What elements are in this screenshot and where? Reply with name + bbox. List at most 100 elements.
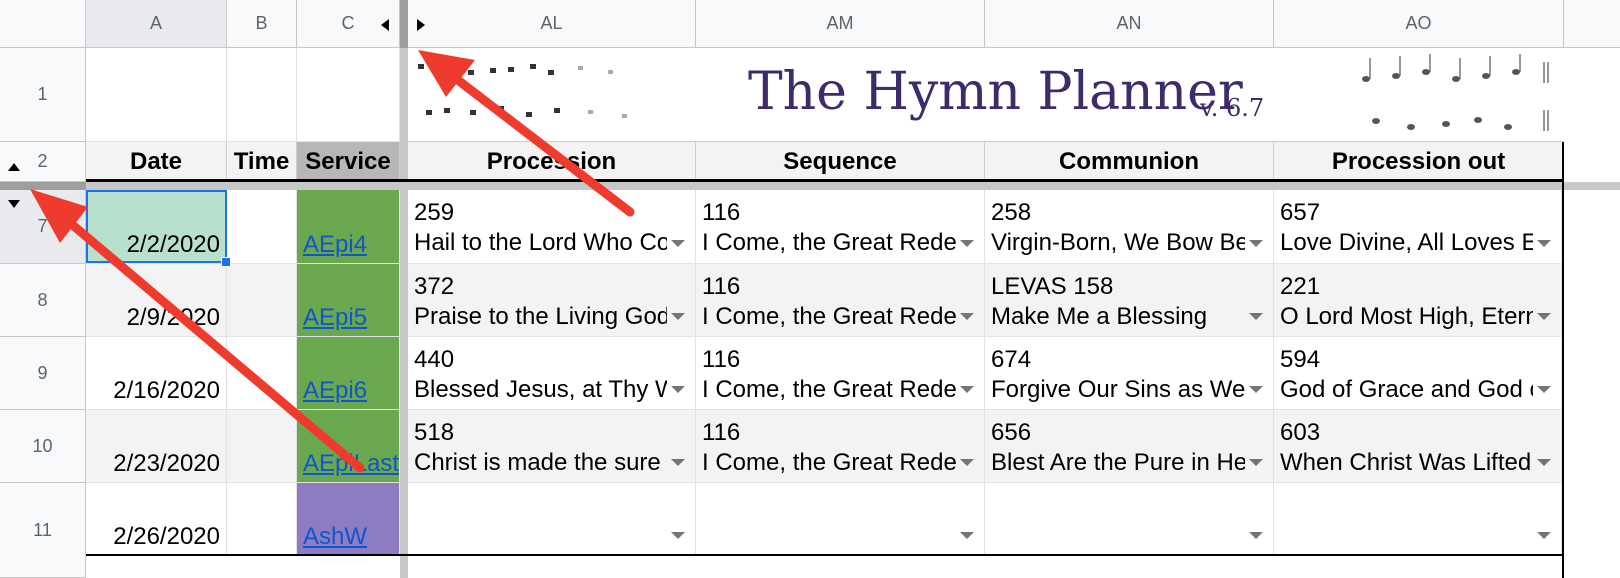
header-date[interactable]: Date — [86, 142, 227, 182]
cell-ao9-procession-out[interactable]: 594 God of Grace and God of Glory — [1274, 337, 1562, 410]
hymn-planner-banner[interactable]: The Hymn Planner v. 6.7 — [408, 48, 1564, 142]
hymn-number: 116 — [702, 199, 741, 226]
cell-c8-service[interactable]: AEpi5 — [297, 264, 400, 337]
cell-an8-communion[interactable]: LEVAS 158 Make Me a Blessing — [985, 264, 1274, 337]
dropdown-arrow-icon[interactable] — [671, 386, 685, 393]
header-sequence[interactable]: Sequence — [696, 142, 985, 182]
header-service[interactable]: Service — [297, 142, 400, 182]
cell-ao7-procession-out[interactable]: 657 Love Divine, All Loves Excelling — [1274, 190, 1562, 264]
column-header-a[interactable]: A — [86, 0, 227, 48]
service-link[interactable]: AEpi4 — [303, 231, 367, 259]
cell-an9-communion[interactable]: 674 Forgive Our Sins as We Forgive — [985, 337, 1274, 410]
column-header-an[interactable]: AN — [985, 0, 1274, 48]
cell-b8-time[interactable] — [227, 264, 297, 337]
dropdown-arrow-icon[interactable] — [671, 240, 685, 247]
cell-b7-time[interactable] — [227, 190, 297, 264]
row-header-9[interactable]: 9 — [0, 337, 86, 410]
dropdown-arrow-icon[interactable] — [1537, 386, 1551, 393]
cell-a8-date[interactable]: 2/9/2020 — [86, 264, 227, 337]
hymn-title: Praise to the Living God — [414, 303, 667, 330]
dropdown-arrow-icon[interactable] — [960, 459, 974, 466]
cell-am11-sequence[interactable] — [696, 483, 985, 556]
freeze-row-handle[interactable] — [0, 182, 86, 190]
cell-b9-time[interactable] — [227, 337, 297, 410]
hymn-title: Make Me a Blessing — [991, 303, 1208, 330]
cell-am10-sequence[interactable]: 116 I Come, the Great Redeemer — [696, 410, 985, 483]
dropdown-arrow-icon[interactable] — [1249, 459, 1263, 466]
cell-c7-service[interactable]: AEpi4 — [297, 190, 400, 264]
cell-a10-date[interactable]: 2/23/2020 — [86, 410, 227, 483]
dropdown-arrow-icon[interactable] — [960, 313, 974, 320]
row-header-10[interactable]: 10 — [0, 410, 86, 483]
cell-a1[interactable] — [86, 48, 227, 142]
cell-an10-communion[interactable]: 656 Blest Are the Pure in Heart — [985, 410, 1274, 483]
expand-columns-right-icon[interactable] — [417, 19, 425, 31]
row-header-8[interactable]: 8 — [0, 264, 86, 337]
cell-b1[interactable] — [227, 48, 297, 142]
cell-an11-communion[interactable] — [985, 483, 1274, 556]
dropdown-arrow-icon[interactable] — [1537, 459, 1551, 466]
dropdown-arrow-icon[interactable] — [1249, 386, 1263, 393]
cell-c11-service[interactable]: AshW — [297, 483, 400, 556]
service-link[interactable]: AEpiLast — [303, 450, 399, 478]
column-header-ao[interactable]: AO — [1274, 0, 1564, 48]
cell-b11-time[interactable] — [227, 483, 297, 556]
freeze-divider-handle[interactable] — [400, 0, 408, 48]
dropdown-arrow-icon[interactable] — [1537, 240, 1551, 247]
cell-ao10-procession-out[interactable]: 603 When Christ Was Lifted from the Earth — [1274, 410, 1562, 483]
dropdown-arrow-icon[interactable] — [960, 532, 974, 539]
row-header-1[interactable]: 1 — [0, 48, 86, 142]
cell-c9-service[interactable]: AEpi6 — [297, 337, 400, 410]
cell-an7-communion[interactable]: 258 Virgin-Born, We Bow Before Thee — [985, 190, 1274, 264]
header-procession-out[interactable]: Procession out — [1274, 142, 1564, 182]
cell-a11-date[interactable]: 2/26/2020 — [86, 483, 227, 556]
cell-am9-sequence[interactable]: 116 I Come, the Great Redeemer — [696, 337, 985, 410]
cell-al9-procession[interactable]: 440 Blessed Jesus, at Thy Word — [408, 337, 696, 410]
hymn-number: 674 — [991, 346, 1032, 373]
dropdown-arrow-icon[interactable] — [1249, 532, 1263, 539]
service-link[interactable]: AEpi5 — [303, 304, 367, 332]
cell-c1[interactable] — [297, 48, 400, 142]
column-header-al[interactable]: AL — [408, 0, 696, 48]
cell-b10-time[interactable] — [227, 410, 297, 483]
service-link[interactable]: AshW — [303, 523, 367, 551]
header-procession[interactable]: Procession — [408, 142, 696, 182]
column-header-am[interactable]: AM — [696, 0, 985, 48]
dropdown-arrow-icon[interactable] — [960, 386, 974, 393]
cell-a9-date[interactable]: 2/16/2020 — [86, 337, 227, 410]
dropdown-arrow-icon[interactable] — [1249, 313, 1263, 320]
hymn-number: LEVAS 158 — [991, 273, 1114, 300]
dropdown-arrow-icon[interactable] — [671, 532, 685, 539]
cell-al8-procession[interactable]: 372 Praise to the Living God — [408, 264, 696, 337]
collapse-rows-up-icon[interactable] — [8, 163, 20, 171]
dropdown-arrow-icon[interactable] — [1249, 240, 1263, 247]
cell-al10-procession[interactable]: 518 Christ is made the sure foundation — [408, 410, 696, 483]
cell-c10-service[interactable]: AEpiLast — [297, 410, 400, 483]
cell-a7-date[interactable]: 2/2/2020 — [86, 190, 227, 264]
header-time[interactable]: Time — [227, 142, 297, 182]
cell-am8-sequence[interactable]: 116 I Come, the Great Redeemer — [696, 264, 985, 337]
row-header-2[interactable]: 2 — [0, 142, 86, 182]
header-communion[interactable]: Communion — [985, 142, 1274, 182]
select-all-corner[interactable] — [0, 0, 86, 48]
collapse-columns-left-icon[interactable] — [381, 19, 389, 31]
dropdown-arrow-icon[interactable] — [671, 313, 685, 320]
freeze-row-divider[interactable] — [0, 182, 1620, 190]
service-link[interactable]: AEpi6 — [303, 377, 367, 405]
dropdown-arrow-icon[interactable] — [671, 459, 685, 466]
dropdown-arrow-icon[interactable] — [1537, 313, 1551, 320]
cell-ao11-procession-out[interactable] — [1274, 483, 1562, 556]
fill-handle[interactable] — [221, 257, 231, 267]
dropdown-arrow-icon[interactable] — [960, 240, 974, 247]
cell-al11-procession[interactable] — [408, 483, 696, 556]
dropdown-arrow-icon[interactable] — [1537, 532, 1551, 539]
hymn-number: 221 — [1280, 273, 1321, 300]
row-header-11[interactable]: 11 — [0, 483, 86, 578]
column-header-b[interactable]: B — [227, 0, 297, 48]
cell-al7-procession[interactable]: 259 Hail to the Lord Who Comes — [408, 190, 696, 264]
hymn-title: Blest Are the Pure in Heart — [991, 449, 1245, 476]
cell-ao8-procession-out[interactable]: 221 O Lord Most High, Eternal King — [1274, 264, 1562, 337]
cell-am7-sequence[interactable]: 116 I Come, the Great Redeemer — [696, 190, 985, 264]
expand-rows-down-icon[interactable] — [8, 200, 20, 208]
freeze-column-divider[interactable] — [400, 0, 408, 578]
